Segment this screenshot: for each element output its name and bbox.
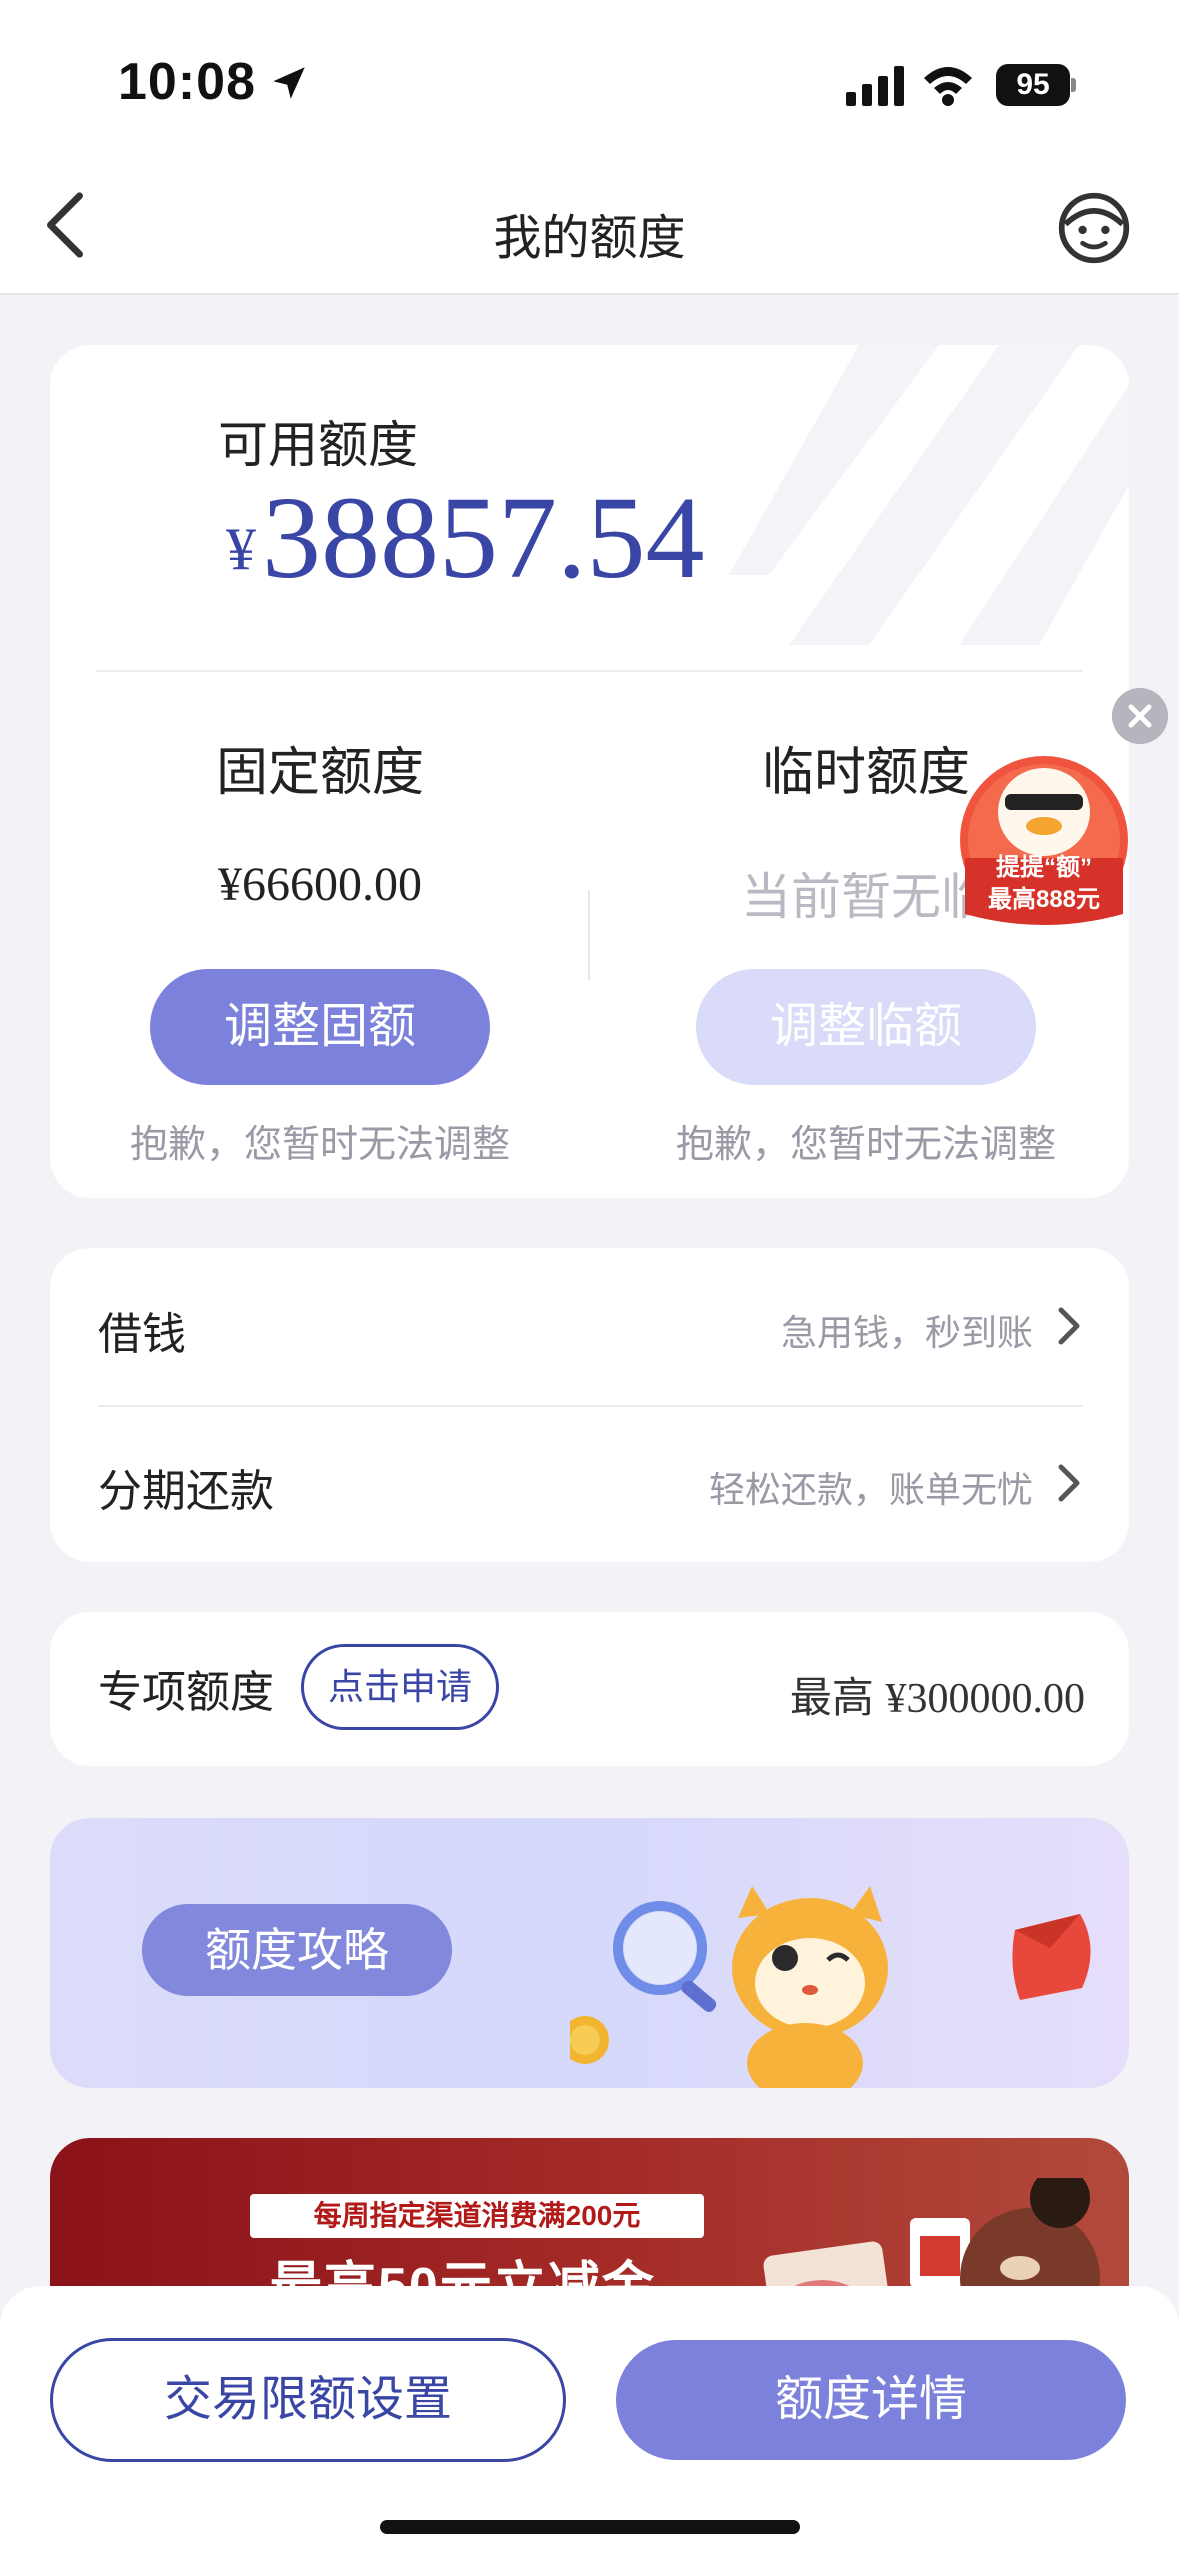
status-bar: 10:08 95 xyxy=(0,0,1179,160)
tiger-mascot-illustration xyxy=(570,1886,1091,2088)
chevron-right-icon xyxy=(1058,1464,1080,1502)
page-title: 我的额度 xyxy=(493,212,686,265)
menu-item-label: 借钱 xyxy=(98,1310,186,1359)
fixed-limit-title: 固定额度 xyxy=(215,744,424,802)
special-limit-card: 专项额度 点击申请 最高 ¥300000.00 xyxy=(50,1612,1129,1766)
divider xyxy=(96,670,1083,672)
menu-item-label: 分期还款 xyxy=(98,1467,274,1516)
cellular-signal-icon xyxy=(846,66,904,106)
limit-details-button[interactable]: 额度详情 xyxy=(616,2340,1126,2460)
limit-strategy-button[interactable]: 额度攻略 xyxy=(142,1904,452,1996)
limit-strategy-banner[interactable]: 额度攻略 xyxy=(50,1818,1129,2088)
status-time: 10:08 xyxy=(118,53,256,111)
menu-card: 借钱 急用钱，秒到账 分期还款 轻松还款，账单无忧 xyxy=(50,1248,1129,1562)
special-max-amount: 最高 ¥300000.00 xyxy=(790,1664,1085,1725)
available-amount-value: 38857.54 xyxy=(262,472,705,603)
adjust-fixed-limit-button[interactable]: 调整固额 xyxy=(150,969,490,1085)
temporary-limit-note: 抱歉，您暂时无法调整 xyxy=(675,1124,1056,1166)
floating-promo-line1: 提提“额” xyxy=(996,854,1092,881)
chevron-right-icon xyxy=(1058,1307,1080,1345)
apply-button[interactable]: 点击申请 xyxy=(301,1644,499,1730)
home-indicator xyxy=(380,2520,800,2534)
bottom-action-bar: 交易限额设置 额度详情 xyxy=(0,2286,1179,2556)
close-icon[interactable] xyxy=(1112,688,1168,744)
menu-item-hint: 急用钱，秒到账 xyxy=(780,1312,1033,1353)
adjust-temporary-limit-button[interactable]: 调整临额 xyxy=(696,969,1036,1085)
column-divider xyxy=(588,890,590,980)
battery-level: 95 xyxy=(996,64,1070,106)
fixed-limit-note: 抱歉，您暂时无法调整 xyxy=(129,1124,510,1166)
floating-promo-line2: 最高888元 xyxy=(987,886,1101,913)
customer-service-icon[interactable] xyxy=(1056,190,1132,266)
max-prefix: 最高 xyxy=(789,1674,874,1721)
currency-symbol: ¥ xyxy=(226,516,256,582)
wifi-icon xyxy=(924,67,972,106)
special-limit-label: 专项额度 xyxy=(98,1668,274,1717)
location-arrow-icon xyxy=(273,67,305,99)
nav-bar: 我的额度 xyxy=(0,160,1179,295)
transaction-limit-settings-button[interactable]: 交易限额设置 xyxy=(50,2338,566,2462)
promo-tag: 每周指定渠道消费满200元 xyxy=(250,2194,704,2238)
menu-item-hint: 轻松还款，账单无忧 xyxy=(708,1469,1033,1510)
fixed-limit-section: 固定额度 ¥66600.00 调整固额 抱歉，您暂时无法调整 xyxy=(70,730,570,1168)
max-amount-value: ¥300000.00 xyxy=(885,1676,1086,1722)
battery-icon: 95 xyxy=(996,64,1076,106)
available-limit-label: 可用额度 xyxy=(218,417,418,473)
fixed-limit-value: ¥66600.00 xyxy=(218,858,422,911)
available-limit-amount: ¥38857.54 xyxy=(226,470,705,606)
floating-promo-text[interactable]: 提提“额” 最高888元 xyxy=(955,852,1133,916)
decorative-stripes xyxy=(729,345,1129,645)
menu-item-installment[interactable]: 分期还款 轻松还款，账单无忧 xyxy=(50,1405,1129,1562)
menu-item-borrow[interactable]: 借钱 急用钱，秒到账 xyxy=(50,1248,1129,1405)
